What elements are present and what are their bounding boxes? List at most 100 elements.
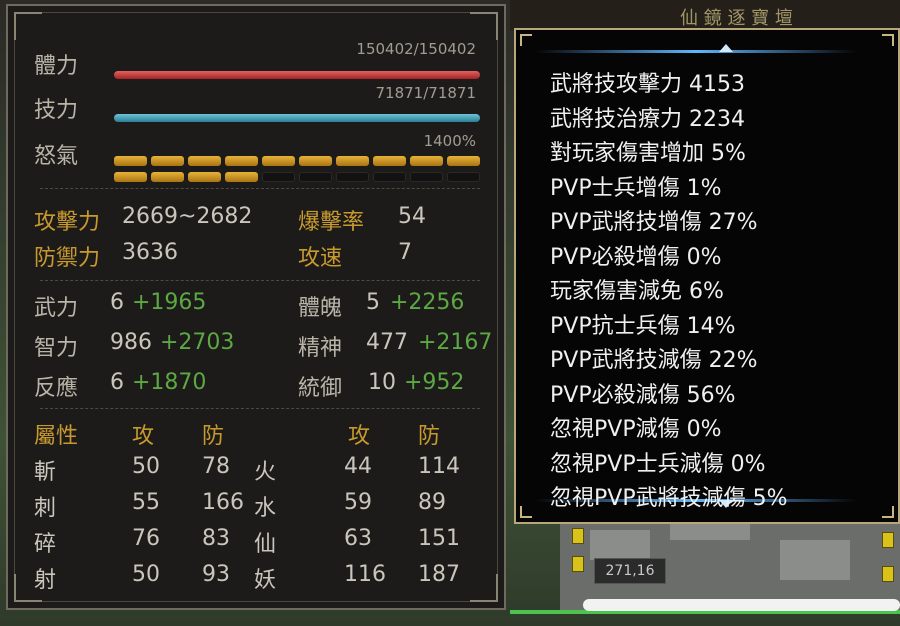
rage-segment	[188, 172, 221, 182]
scroll-up-icon[interactable]	[719, 44, 733, 52]
element-def2: 151	[418, 526, 460, 551]
element-def: 78	[202, 454, 230, 479]
rage-segment	[151, 156, 184, 166]
rage-segment	[336, 156, 369, 166]
attr-base: 10	[368, 370, 396, 395]
attr-base: 6	[110, 290, 124, 315]
defense-label: 防禦力	[34, 246, 101, 271]
element-header-atk: 攻	[132, 424, 155, 449]
attr-bonus: +1870	[132, 370, 207, 395]
attr-label: 統御	[298, 376, 343, 401]
hp-value: 150402/150402	[356, 40, 476, 58]
element-header-atk2: 攻	[348, 424, 371, 449]
attr-bonus: +952	[404, 370, 465, 395]
element-atk2: 63	[344, 526, 372, 551]
rage-segment	[262, 172, 295, 182]
element-def2: 89	[418, 490, 446, 515]
element-name: 碎	[34, 532, 57, 557]
element-atk2: 116	[344, 562, 386, 587]
element-def2: 187	[418, 562, 460, 587]
element-def: 83	[202, 526, 230, 551]
attr-label: 智力	[34, 336, 79, 361]
mp-label: 技力	[34, 98, 79, 123]
speed-value: 7	[398, 240, 412, 265]
attr-bonus: +2703	[160, 330, 235, 355]
element-header-title: 屬性	[34, 424, 79, 449]
crit-label: 爆擊率	[298, 210, 365, 235]
map-marker	[572, 556, 584, 572]
rage-segment	[225, 156, 258, 166]
rage-segment	[373, 172, 406, 182]
hp-label: 體力	[34, 54, 79, 79]
attack-value: 2669~2682	[122, 204, 253, 229]
popup-stat-line: 武將技治療力 2234	[550, 106, 745, 132]
element-header-def: 防	[202, 424, 225, 449]
attr-bonus: +2167	[418, 330, 493, 355]
popup-stat-line: 武將技攻擊力 4153	[550, 72, 745, 97]
rage-segment	[410, 156, 443, 166]
background-top-bar: 仙 鏡 逐 寶 壇	[510, 0, 900, 30]
element-name: 刺	[34, 496, 57, 521]
popup-stat-line: 玩家傷害減免 6%	[550, 279, 724, 304]
rage-segment	[262, 156, 295, 166]
background-title: 仙 鏡 逐 寶 壇	[680, 8, 793, 29]
popup-stat-line: PVP抗士兵傷 14%	[550, 313, 736, 339]
stats-tooltip-popup: 武將技攻擊力 4153 武將技治療力 2234 對玩家傷害增加 5% PVP士兵增傷 …	[514, 28, 900, 524]
element-atk: 50	[132, 454, 160, 479]
popup-stat-line: PVP士兵增傷 1%	[550, 175, 722, 201]
attr-label: 武力	[34, 296, 79, 321]
popup-stat-line: 對玩家傷害增加 5%	[550, 141, 746, 166]
attr-bonus: +1965	[132, 290, 207, 315]
rage-segment	[114, 172, 147, 182]
attr-bonus: +2256	[390, 290, 465, 315]
element-atk2: 44	[344, 454, 372, 479]
rage-segment	[299, 156, 332, 166]
rage-segment	[299, 172, 332, 182]
element-name2: 妖	[254, 568, 277, 593]
rage-segment	[114, 156, 147, 166]
popup-stat-line: 忽視PVP士兵減傷 0%	[550, 451, 766, 477]
attr-label: 精神	[298, 336, 343, 361]
mp-value: 71871/71871	[375, 84, 477, 102]
horizontal-scrollbar[interactable]	[583, 599, 900, 611]
element-atk: 55	[132, 490, 160, 515]
element-def2: 114	[418, 454, 460, 479]
character-stats-panel: 體力 150402/150402 技力 71871/71871 怒氣 1400%…	[6, 4, 506, 610]
rage-segment	[336, 172, 369, 182]
attr-base: 986	[110, 330, 152, 355]
rage-segment	[373, 156, 406, 166]
element-name: 射	[34, 568, 57, 593]
rage-segment	[151, 172, 184, 182]
attr-label: 反應	[34, 376, 79, 401]
popup-stat-line: PVP武將技增傷 27%	[550, 210, 758, 235]
attr-base: 5	[366, 290, 380, 315]
rage-gauge	[114, 156, 482, 186]
speed-label: 攻速	[298, 246, 343, 271]
element-header-def2: 防	[418, 424, 441, 449]
crit-value: 54	[398, 204, 426, 229]
attr-base: 477	[366, 330, 408, 355]
rage-label: 怒氣	[34, 144, 79, 169]
attr-label: 體魄	[298, 296, 343, 321]
rage-segment	[410, 172, 443, 182]
element-def: 166	[202, 490, 244, 515]
attack-label: 攻擊力	[34, 210, 101, 235]
rage-segment	[447, 172, 480, 182]
element-name2: 火	[254, 460, 277, 485]
coordinate-readout: 271,16	[594, 558, 666, 584]
rage-value: 1400%	[423, 132, 476, 150]
map-marker	[882, 566, 894, 582]
popup-stat-line: PVP必殺減傷 56%	[550, 382, 736, 408]
element-name2: 仙	[254, 532, 277, 557]
element-atk2: 59	[344, 490, 372, 515]
hp-bar	[114, 71, 480, 79]
popup-stat-line: 忽視PVP減傷 0%	[550, 417, 722, 442]
element-name: 斬	[34, 460, 57, 485]
rage-segment	[225, 172, 258, 182]
element-atk: 76	[132, 526, 160, 551]
mp-bar	[114, 114, 480, 122]
popup-stat-line: PVP武將技減傷 22%	[550, 348, 758, 373]
element-def: 93	[202, 562, 230, 587]
popup-stat-line: PVP必殺增傷 0%	[550, 244, 722, 270]
element-name2: 水	[254, 496, 277, 521]
